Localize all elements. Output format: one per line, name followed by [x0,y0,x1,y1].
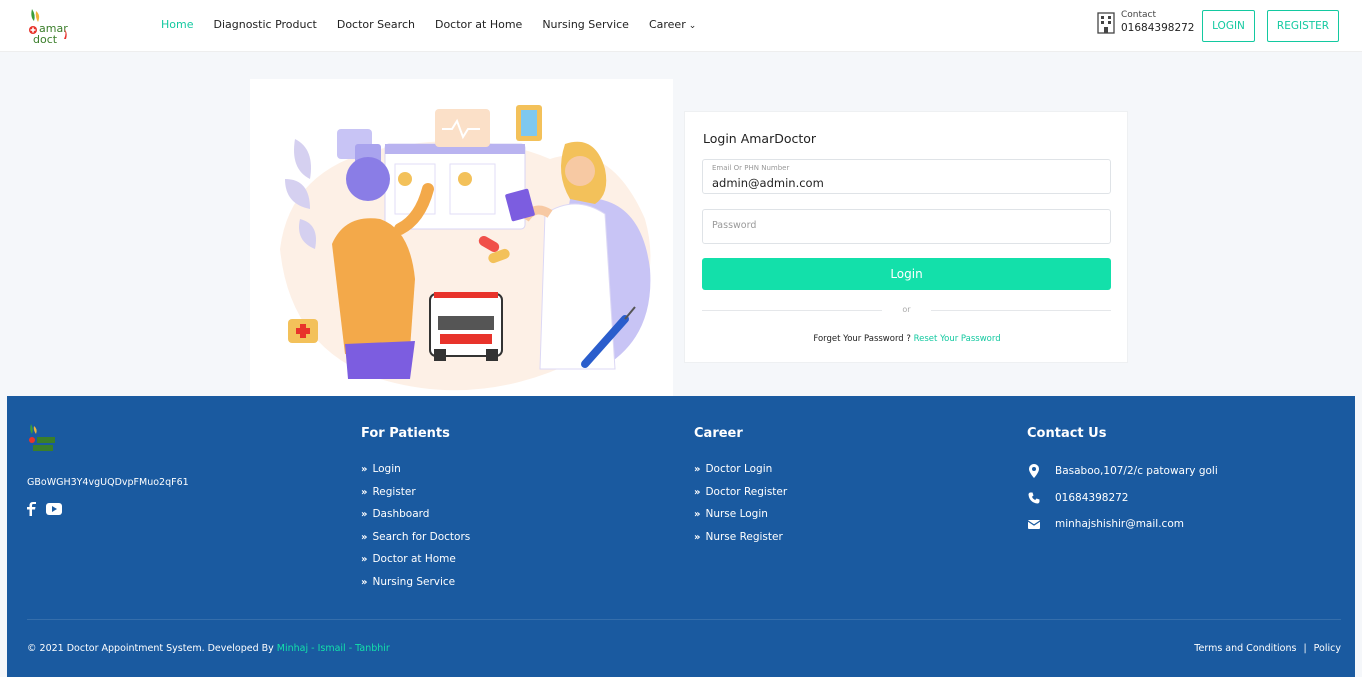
youtube-icon[interactable] [46,503,62,515]
reset-password-link[interactable]: Reset Your Password [914,334,1001,344]
career-link-doctor-login[interactable]: » Doctor Login [694,463,787,486]
password-input[interactable] [712,220,1092,231]
footer-code: GBoWGH3Y4vgUQDvpFMuo2qF61 [27,477,189,488]
contact-us-title: Contact Us [1027,426,1107,441]
patients-link-search-doctors[interactable]: » Search for Doctors [361,531,470,554]
double-chevron-icon: » [361,576,368,588]
forget-password-row: Forget Your Password ? Reset Your Passwo… [685,334,1129,344]
contact-label: Contact [1121,10,1157,20]
facebook-icon[interactable] [27,502,36,516]
career-link-label: Nurse Register [705,530,783,543]
double-chevron-icon: » [361,464,368,475]
contact-email-text[interactable]: minhajshishir@mail.com [1055,518,1184,530]
social-links [27,502,62,516]
contact-phone-row: 01684398272 [1027,485,1218,512]
career-link-doctor-register[interactable]: » Doctor Register [694,486,787,509]
login-button[interactable]: LOGIN [1202,10,1255,42]
copyright: © 2021 Doctor Appointment System. Develo… [27,643,390,654]
policy-link[interactable]: Policy [1314,643,1341,654]
footer-divider [27,619,1341,620]
nav-nursing-service[interactable]: Nursing Service [542,18,629,31]
patients-link-label: Search for Doctors [372,530,471,543]
doctor-patient-illustration [280,105,651,391]
login-submit-button[interactable]: Login [702,258,1111,290]
navbar: amar doct Home Diagnostic Product Doctor… [0,0,1362,52]
contact-address: Basaboo,107/2/c patowary goli [1027,458,1218,485]
career-link-label: Doctor Login [705,463,773,475]
login-title: Login AmarDoctor [703,131,817,146]
nav-doctor-search[interactable]: Doctor Search [337,18,415,31]
footer: GBoWGH3Y4vgUQDvpFMuo2qF61 For Patients »… [7,396,1355,677]
career-link-label: Nurse Login [705,508,768,521]
patients-link-dashboard[interactable]: » Dashboard [361,508,470,531]
brand-logo[interactable]: amar doct [26,7,72,47]
or-divider: or [702,304,1111,316]
password-field[interactable] [702,209,1111,244]
contact-phone: 01684398272 [1121,22,1195,34]
hero-illustration [250,79,673,396]
header-contact: Contact 01684398272 [1097,10,1195,35]
double-chevron-icon: » [694,464,701,475]
chevron-down-icon: ⌄ [688,21,697,31]
patients-link-label: Doctor at Home [372,553,456,566]
phone-icon [1028,492,1040,504]
forget-password-text: Forget Your Password ? [813,334,914,344]
double-chevron-icon: » [361,554,368,566]
career-links: » Doctor Login » Doctor Register » Nurse Lo… [694,463,787,553]
footer-logo[interactable] [27,423,59,453]
mail-icon [1028,519,1040,529]
nav-doctor-at-home[interactable]: Doctor at Home [435,18,522,31]
patients-links: » Login » Register » Dashboard » Search for … [361,463,470,599]
login-card: Login AmarDoctor Email Or PHN Number Log… [684,111,1128,363]
email-field-label: Email Or PHN Number [712,164,790,172]
patients-link-label: Nursing Service [372,575,456,588]
career-link-nurse-register[interactable]: » Nurse Register [694,531,787,554]
for-patients-title: For Patients [361,426,450,441]
or-line-right [931,310,1111,311]
register-button[interactable]: REGISTER [1267,10,1339,42]
contact-phone-text: 01684398272 [1055,491,1129,504]
career-link-label: Doctor Register [705,485,788,498]
location-pin-icon [1029,464,1039,479]
double-chevron-icon: » [694,531,701,543]
nav-diagnostic-product[interactable]: Diagnostic Product [213,18,316,31]
building-icon [1097,12,1115,34]
patients-link-login[interactable]: » Login [361,463,470,486]
patients-link-label: Register [372,485,416,498]
double-chevron-icon: » [694,486,701,498]
copyright-text: © 2021 Doctor Appointment System. Develo… [27,643,277,654]
email-input[interactable] [712,176,1092,190]
patients-link-label: Login [372,463,401,475]
contact-list: Basaboo,107/2/c patowary goli 0168439827… [1027,458,1218,538]
nav-career[interactable]: Career ⌄ [649,18,696,31]
patients-link-nursing-service[interactable]: » Nursing Service [361,576,470,599]
career-title: Career [694,426,743,441]
double-chevron-icon: » [361,509,368,521]
patients-link-label: Dashboard [372,508,430,521]
developer-names[interactable]: Minhaj - Ismail - Tanbhir [277,643,390,654]
email-field[interactable]: Email Or PHN Number [702,159,1111,194]
patients-link-doctor-at-home[interactable]: » Doctor at Home [361,553,470,576]
contact-address-text: Basaboo,107/2/c patowary goli [1055,465,1218,478]
patients-link-register[interactable]: » Register [361,486,470,509]
double-chevron-icon: » [361,486,368,498]
nav-home[interactable]: Home [161,18,193,31]
contact-email-row: minhajshishir@mail.com [1027,511,1218,538]
nav-career-label: Career [648,18,686,31]
double-chevron-icon: » [694,509,701,521]
career-link-nurse-login[interactable]: » Nurse Login [694,508,787,531]
main-nav: Home Diagnostic Product Doctor Search Do… [161,18,716,31]
terms-link[interactable]: Terms and Conditions [1194,643,1296,654]
svg-text:doct: doct [33,33,58,46]
double-chevron-icon: » [361,531,368,543]
legal-separator: | [1303,643,1307,654]
legal-links: Terms and Conditions | Policy [1194,643,1341,654]
